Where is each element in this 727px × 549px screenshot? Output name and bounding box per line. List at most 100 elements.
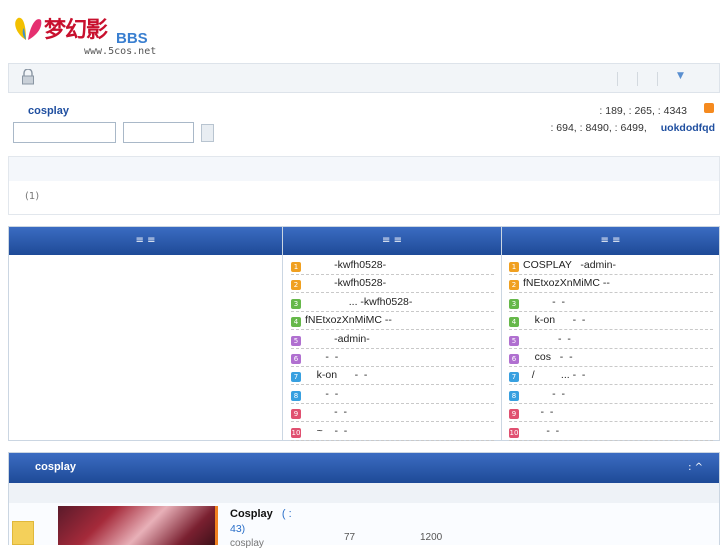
rank-badge-icon: 8	[291, 390, 301, 401]
thumbnail-edge	[215, 506, 218, 545]
column-divider	[501, 227, 502, 440]
rank-badge-icon: 4	[509, 317, 519, 328]
thread-title[interactable]: - -	[305, 406, 347, 418]
thread-row[interactable]: 4 k-on - -	[509, 312, 713, 331]
nav-separator	[617, 72, 618, 86]
forum-threads-count: 77	[344, 532, 356, 543]
thread-title[interactable]: - -	[523, 296, 565, 308]
thread-row[interactable]: 10 ~ - -	[291, 423, 494, 441]
thread-row[interactable]: 7 k-on - -	[291, 367, 494, 386]
forum-posts-count: 1200	[420, 532, 443, 543]
thread-title[interactable]: fNEtxozXnMiMC --	[305, 314, 392, 326]
thread-title[interactable]: - -	[305, 351, 338, 363]
announcement-header	[9, 157, 719, 181]
rank-badge-icon: 3	[509, 298, 519, 309]
thread-title[interactable]: k-on - -	[523, 314, 586, 326]
rank-badge-icon: 7	[291, 372, 301, 383]
rank-badge-icon: 8	[509, 390, 519, 401]
member-stats: : 694, : 8490, : 6499, uokdodfqd	[550, 122, 715, 134]
butterfly-icon	[15, 17, 42, 40]
thread-title[interactable]: -kwfh0528-	[305, 259, 386, 271]
thread-row[interactable]: 3 ... -kwfh0528-	[291, 294, 494, 312]
member-stats-text: : 694, : 8490, : 6499,	[550, 122, 647, 134]
thread-row[interactable]: 2 -kwfh0528-	[291, 275, 494, 294]
logo-suffix: BBS	[116, 30, 148, 47]
thread-title[interactable]: - -	[523, 388, 565, 400]
thread-row[interactable]: 8 - -	[291, 386, 494, 404]
rank-badge-icon: 6	[291, 354, 301, 364]
thread-title[interactable]: ~ - -	[305, 425, 348, 437]
thread-title[interactable]: - -	[305, 388, 338, 400]
top-nav-bar: ▼	[8, 63, 720, 93]
thread-row[interactable]: 9 - -	[291, 404, 494, 423]
site-logo[interactable]: 梦幻影 BBS www.5cos.net	[12, 12, 162, 60]
thread-title[interactable]: - -	[523, 333, 571, 345]
category-subheader	[9, 483, 719, 503]
rank-badge-icon: 10	[509, 427, 519, 438]
rank-badge-icon: 2	[509, 280, 519, 291]
thread-title[interactable]: cos - -	[523, 351, 573, 363]
column-header: ≡ ≡	[502, 227, 719, 255]
password-input[interactable]	[123, 122, 194, 143]
column-header: ≡ ≡	[9, 227, 282, 255]
forum-thumbnail[interactable]	[58, 506, 218, 545]
column-divider	[282, 227, 283, 440]
rss-icon[interactable]	[704, 103, 714, 113]
thread-row[interactable]: 8 - -	[509, 386, 713, 404]
thread-title[interactable]: -kwfh0528-	[305, 277, 386, 289]
rank-badge-icon: 10	[291, 427, 301, 438]
logo-text: 梦幻影	[44, 17, 108, 43]
thread-row[interactable]: 6 - -	[291, 349, 494, 367]
thread-title[interactable]: COSPLAY -admin-	[523, 259, 616, 271]
thread-row[interactable]: 5 -admin-	[291, 331, 494, 349]
lock-icon[interactable]	[21, 69, 35, 85]
thread-row[interactable]: 5 - -	[509, 331, 713, 349]
thread-row[interactable]: 2 fNEtxozXnMiMC --	[509, 275, 713, 294]
forum-count-prefix: ( :	[281, 508, 292, 520]
rank-badge-icon: 9	[509, 409, 519, 420]
rank-badge-icon: 2	[291, 280, 301, 291]
thread-title[interactable]: - -	[523, 406, 554, 418]
thread-title[interactable]: k-on - -	[305, 369, 368, 381]
announcement-count: (1)	[25, 191, 40, 202]
nav-separator	[657, 72, 658, 86]
rank-badge-icon: 7	[509, 372, 519, 383]
thread-title[interactable]: ... -kwfh0528-	[305, 296, 413, 308]
forum-name[interactable]: Cosplay ( :	[230, 508, 292, 520]
rank-badge-icon: 1	[291, 262, 301, 272]
thread-title[interactable]: -admin-	[305, 333, 370, 345]
thread-title[interactable]: fNEtxozXnMiMC --	[523, 277, 610, 289]
top-threads-table: ≡ ≡ ≡ ≡ ≡ ≡ 1 -kwfh0528- 2 -kwfh0528- 3 ..…	[8, 226, 720, 441]
folder-icon	[12, 521, 34, 545]
category-title[interactable]: cosplay	[35, 461, 76, 473]
thread-title[interactable]: / ... - -	[523, 369, 586, 381]
thread-row[interactable]: 7 / ... - -	[509, 367, 713, 386]
collapse-toggle[interactable]: : ^	[688, 462, 703, 473]
thread-row[interactable]: 1 COSPLAY -admin-	[509, 257, 713, 275]
thread-title[interactable]: - -	[523, 425, 559, 437]
rank-badge-icon: 9	[291, 409, 301, 420]
rank-badge-icon: 6	[509, 354, 519, 364]
category-header	[9, 453, 719, 483]
nav-separator	[637, 72, 638, 86]
thread-row[interactable]: 1 -kwfh0528-	[291, 257, 494, 275]
forum-stats: : 189, : 265, : 4343	[599, 105, 687, 117]
username[interactable]: cosplay	[28, 105, 69, 117]
chevron-down-icon[interactable]: ▼	[677, 71, 684, 81]
rank-badge-icon: 1	[509, 262, 519, 272]
thread-row[interactable]: 6 cos - -	[509, 349, 713, 367]
username-input[interactable]	[13, 122, 116, 143]
forum-subtitle: cosplay	[230, 538, 264, 549]
thread-row[interactable]: 10 - -	[509, 423, 713, 441]
rank-badge-icon: 5	[291, 335, 301, 346]
rank-badge-icon: 3	[291, 298, 301, 309]
newest-member-link[interactable]: uokdodfqd	[661, 122, 715, 134]
rank-badge-icon: 5	[509, 335, 519, 346]
thread-row[interactable]: 4 fNEtxozXnMiMC --	[291, 312, 494, 331]
rank-badge-icon: 4	[291, 317, 301, 328]
thread-row[interactable]: 3 - -	[509, 294, 713, 312]
login-button[interactable]	[201, 124, 214, 142]
forum-name-label[interactable]: Cosplay	[230, 508, 273, 520]
thread-row[interactable]: 9 - -	[509, 404, 713, 423]
announcement-box: (1)	[8, 156, 720, 215]
